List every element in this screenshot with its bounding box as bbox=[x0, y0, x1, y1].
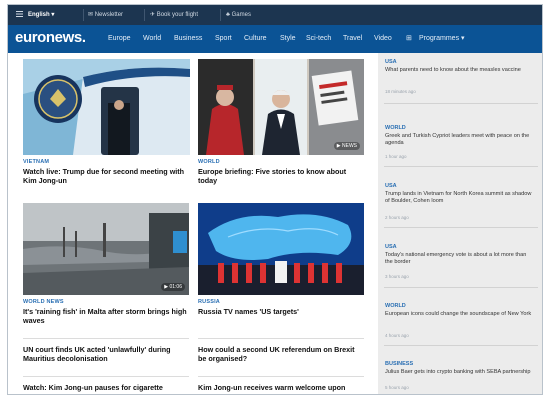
video-badge: ▶ NEWS bbox=[333, 142, 360, 150]
sidebar-item-title[interactable]: Julius Baer gets into crypto banking wit… bbox=[385, 369, 535, 376]
plane-icon: ✈ bbox=[150, 12, 156, 18]
divider bbox=[384, 287, 538, 288]
sidebar-item-time: 2 hours ago bbox=[385, 215, 409, 220]
nav-item-travel[interactable]: Travel bbox=[343, 34, 362, 44]
sidebar-item-title[interactable]: What parents need to know about the meas… bbox=[385, 67, 535, 74]
article-headline[interactable]: UN court finds UK acted 'unlawfully' dur… bbox=[23, 345, 188, 363]
article-headline[interactable]: How could a second UK referendum on Brex… bbox=[198, 345, 363, 363]
sidebar-item[interactable]: USA Trump lands in Vietnam for North Kor… bbox=[378, 169, 542, 231]
programmes-menu[interactable]: Programmes ▾ bbox=[419, 34, 465, 44]
nav-item-business[interactable]: Business bbox=[174, 34, 202, 44]
language-selector[interactable]: English ▾ bbox=[28, 5, 54, 25]
sidebar-item[interactable]: USA What parents need to know about the … bbox=[378, 59, 542, 111]
sidebar-item-time: 18 minutes ago bbox=[385, 89, 416, 94]
divider bbox=[83, 9, 84, 21]
play-icon: ▶ bbox=[336, 143, 341, 149]
sidebar-item-title[interactable]: Greek and Turkish Cypriot leaders meet w… bbox=[385, 133, 535, 147]
article-image-russia-tv[interactable] bbox=[198, 203, 364, 295]
nav-item-style[interactable]: Style bbox=[280, 34, 296, 44]
caret-down-icon: ▾ bbox=[51, 12, 55, 18]
article-category[interactable]: RUSSIA bbox=[198, 299, 220, 305]
games-link[interactable]: ♣ Games bbox=[226, 5, 251, 25]
sidebar-item-time: 1 hour ago bbox=[385, 154, 407, 159]
divider bbox=[384, 166, 538, 167]
article-headline[interactable]: Kim Jong-un receives warm welcome upon bbox=[198, 383, 363, 392]
main-content: VIETNAM Watch live: Trump due for second… bbox=[8, 53, 378, 394]
article-category[interactable]: VIETNAM bbox=[23, 159, 49, 165]
caret-down-icon: ▾ bbox=[461, 35, 465, 42]
sidebar-item[interactable]: USA Today's national emergency vote is a… bbox=[378, 231, 542, 291]
play-icon: ▶ bbox=[164, 284, 169, 290]
envelope-icon: ✉ bbox=[88, 12, 94, 18]
article-image-malta-storm[interactable]: ▶ 01:06 bbox=[23, 203, 189, 295]
article-headline[interactable]: Watch live: Trump due for second meeting… bbox=[23, 167, 188, 185]
article-image-europe-briefing[interactable]: ▶ NEWS bbox=[198, 59, 364, 155]
article-category[interactable]: WORLD bbox=[198, 159, 220, 165]
article-headline[interactable]: Europe briefing: Five stories to know ab… bbox=[198, 167, 363, 185]
latest-news-sidebar: USA What parents need to know about the … bbox=[378, 53, 542, 394]
sidebar-item[interactable]: BUSINESS Julius Baer gets into crypto ba… bbox=[378, 349, 542, 394]
browser-viewport: English ▾ ✉ Newsletter ✈ Book your fligh… bbox=[7, 4, 543, 395]
utility-bar: English ▾ ✉ Newsletter ✈ Book your fligh… bbox=[8, 5, 542, 25]
article-image-trump-plane[interactable] bbox=[23, 59, 190, 155]
sidebar-item-category: WORLD bbox=[385, 303, 406, 309]
language-label: English bbox=[28, 12, 50, 18]
newsletter-link[interactable]: ✉ Newsletter bbox=[88, 5, 123, 25]
badge-label: NEWS bbox=[342, 143, 357, 149]
sidebar-item-category: USA bbox=[385, 183, 397, 189]
sidebar-item[interactable]: WORLD European icons could change the so… bbox=[378, 291, 542, 349]
sidebar-item-category: BUSINESS bbox=[385, 361, 414, 367]
sidebar-item-time: 3 hours ago bbox=[385, 274, 409, 279]
nav-item-world[interactable]: World bbox=[143, 34, 161, 44]
hamburger-icon[interactable] bbox=[16, 5, 23, 25]
nav-item-culture[interactable]: Culture bbox=[244, 34, 267, 44]
gamepad-icon: ♣ bbox=[226, 12, 230, 18]
article-headline[interactable]: Watch: Kim Jong-un pauses for cigarette bbox=[23, 383, 188, 392]
nav-item-europe[interactable]: Europe bbox=[108, 34, 131, 44]
sidebar-item-time: 4 hours ago bbox=[385, 333, 409, 338]
article-headline[interactable]: It's 'raining fish' in Malta after storm… bbox=[23, 307, 188, 325]
article-headline[interactable]: Russia TV names 'US targets' bbox=[198, 307, 363, 316]
nav-item-sport[interactable]: Sport bbox=[215, 34, 232, 44]
games-label: Games bbox=[231, 12, 251, 18]
sidebar-item-title[interactable]: Trump lands in Vietnam for North Korea s… bbox=[385, 191, 535, 205]
sidebar-item-time: 5 hours ago bbox=[385, 385, 409, 390]
sidebar-item[interactable]: WORLD Greek and Turkish Cypriot leaders … bbox=[378, 111, 542, 169]
sidebar-item-title[interactable]: Today's national emergency vote is about… bbox=[385, 252, 535, 266]
sidebar-item-title[interactable]: European icons could change the soundsca… bbox=[385, 311, 535, 318]
divider bbox=[384, 227, 538, 228]
article-category[interactable]: WORLD NEWS bbox=[23, 299, 64, 305]
divider bbox=[198, 376, 364, 377]
divider bbox=[23, 376, 189, 377]
divider bbox=[220, 9, 221, 21]
grid-icon: ⊞ bbox=[406, 35, 412, 42]
sidebar-item-category: WORLD bbox=[385, 125, 406, 131]
divider bbox=[384, 345, 538, 346]
book-flight-label: Book your flight bbox=[156, 12, 199, 18]
euronews-logo[interactable]: euronews. bbox=[15, 29, 86, 47]
programmes-label: Programmes bbox=[419, 35, 460, 42]
main-navigation: euronews. Europe World Business Sport Cu… bbox=[8, 25, 542, 53]
badge-label: 01:06 bbox=[169, 284, 182, 290]
sidebar-item-category: USA bbox=[385, 244, 397, 250]
divider bbox=[198, 338, 364, 339]
divider bbox=[384, 103, 538, 104]
newsletter-label: Newsletter bbox=[94, 12, 124, 18]
book-flight-link[interactable]: ✈ Book your flight bbox=[150, 5, 198, 25]
nav-item-video[interactable]: Video bbox=[374, 34, 392, 44]
sidebar-item-category: USA bbox=[385, 59, 397, 65]
video-duration-badge: ▶ 01:06 bbox=[161, 283, 185, 291]
divider bbox=[144, 9, 145, 21]
divider bbox=[23, 338, 189, 339]
nav-item-scitech[interactable]: Sci-tech bbox=[306, 34, 331, 44]
